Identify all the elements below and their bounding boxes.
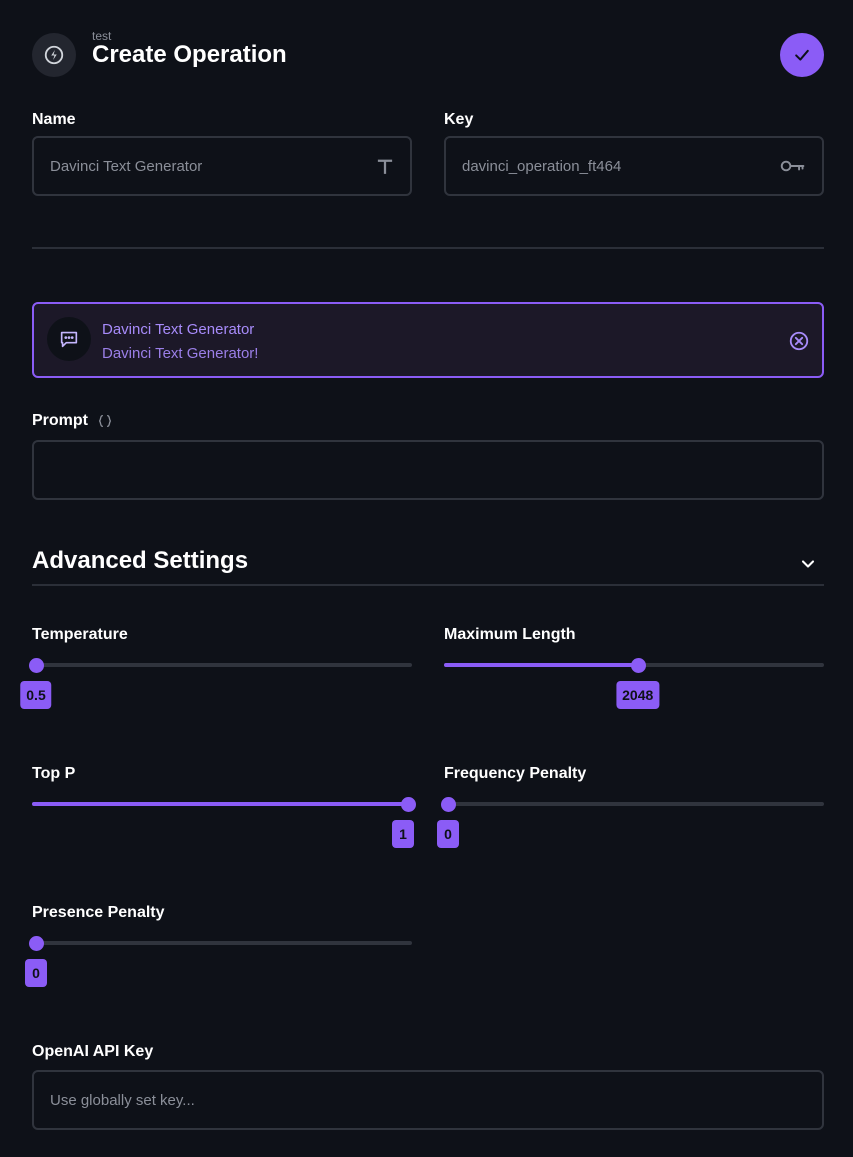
slider-track (444, 802, 824, 806)
slider-thumb[interactable] (441, 797, 456, 812)
key-field[interactable] (444, 136, 824, 196)
slider-value: 0 (25, 959, 47, 987)
presence-penalty-slider[interactable]: 0 (25, 932, 412, 987)
top-p-slider[interactable]: 1 (32, 793, 416, 848)
operation-title: Davinci Text Generator (102, 321, 255, 338)
lightning-icon (32, 33, 76, 77)
slider-thumb[interactable] (401, 797, 416, 812)
selected-operation-card[interactable]: Davinci Text Generator Davinci Text Gene… (32, 302, 824, 378)
slider-fill (444, 663, 638, 667)
name-label: Name (32, 111, 76, 128)
operation-description: Davinci Text Generator! (102, 345, 259, 362)
maximum-length-slider[interactable]: 2048 (444, 654, 824, 709)
section-divider (32, 247, 824, 249)
prompt-field[interactable] (32, 440, 824, 500)
slider-track (32, 663, 412, 667)
presence-penalty-label: Presence Penalty (32, 904, 165, 921)
name-input[interactable] (50, 157, 376, 175)
temperature-label: Temperature (32, 626, 128, 643)
braces-icon[interactable] (97, 413, 113, 429)
slider-thumb[interactable] (29, 936, 44, 951)
slider-thumb[interactable] (29, 658, 44, 673)
key-icon (780, 160, 805, 172)
slider-value: 0 (437, 820, 459, 848)
api-key-field[interactable] (32, 1070, 824, 1130)
chat-bubble-icon (47, 317, 91, 361)
slider-track (32, 941, 412, 945)
close-circle-icon[interactable] (788, 330, 810, 352)
api-key-label: OpenAI API Key (32, 1043, 154, 1060)
check-icon (795, 49, 809, 61)
top-p-label: Top P (32, 765, 76, 782)
key-label: Key (444, 111, 474, 128)
page-title: Create Operation (92, 41, 287, 68)
frequency-penalty-label: Frequency Penalty (444, 765, 587, 782)
slider-value: 1 (392, 820, 414, 848)
chevron-down-icon[interactable] (798, 554, 818, 574)
advanced-divider (32, 584, 824, 586)
key-input[interactable] (462, 157, 780, 175)
slider-thumb[interactable] (630, 658, 646, 673)
slider-value: 2048 (616, 681, 660, 709)
temperature-slider[interactable]: 0.5 (20, 654, 412, 709)
frequency-penalty-slider[interactable]: 0 (437, 793, 824, 848)
maximum-length-label: Maximum Length (444, 626, 576, 643)
api-key-input[interactable] (50, 1091, 806, 1109)
slider-fill (32, 802, 408, 806)
slider-value: 0.5 (20, 681, 52, 709)
confirm-button[interactable] (780, 33, 824, 77)
prompt-label: Prompt (32, 412, 88, 429)
advanced-settings-title: Advanced Settings (32, 547, 249, 574)
prompt-input[interactable] (50, 461, 806, 479)
name-field[interactable] (32, 136, 412, 196)
text-t-icon (377, 159, 393, 174)
